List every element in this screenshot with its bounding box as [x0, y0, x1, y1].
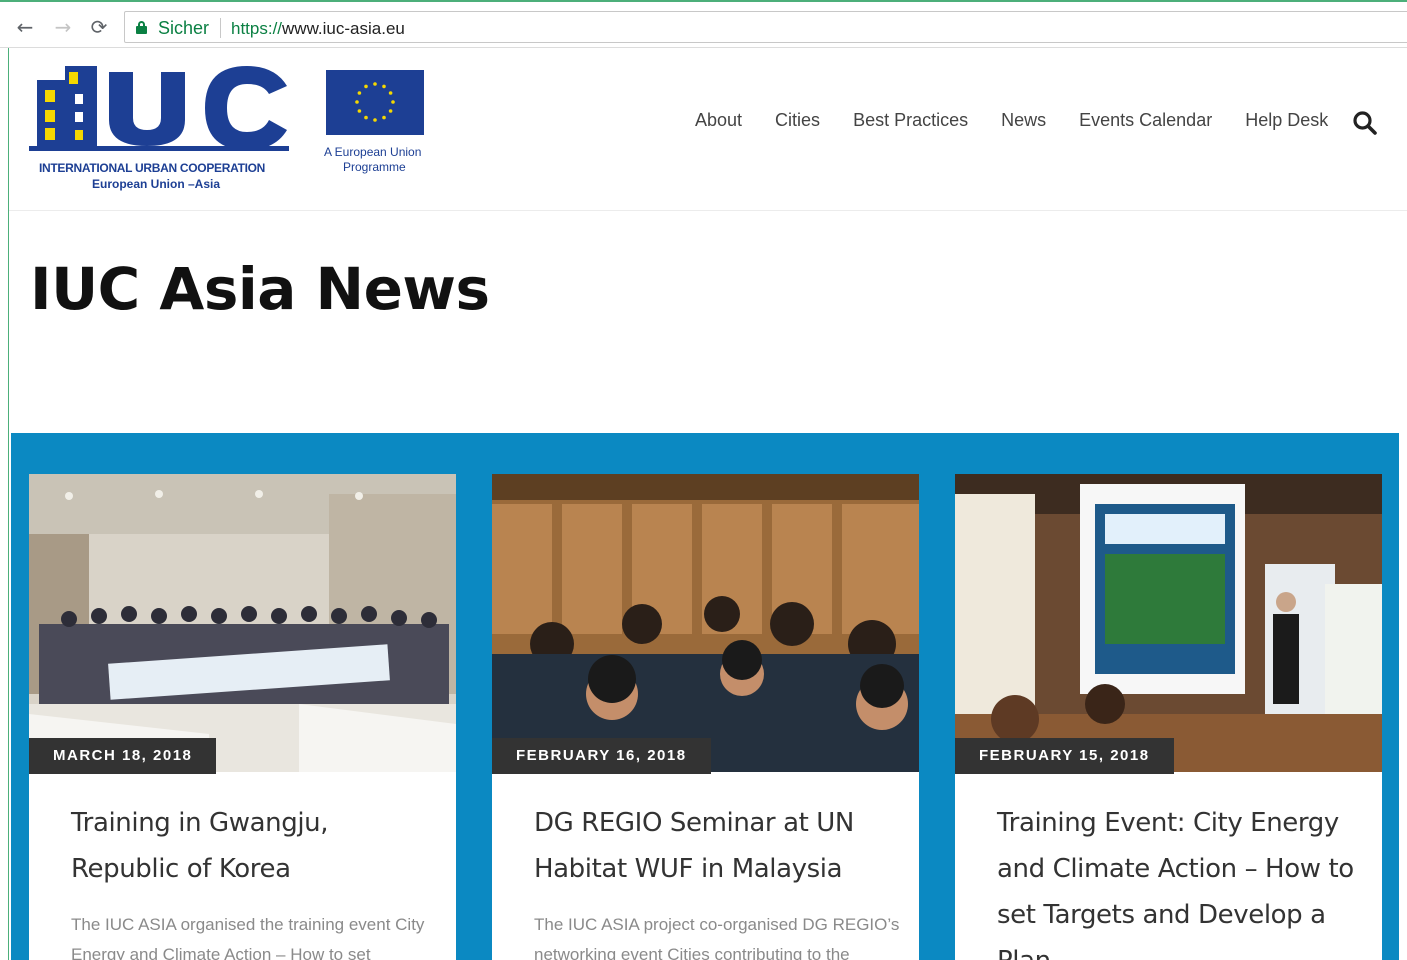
- page-title: IUC Asia News: [30, 255, 490, 323]
- eu-flag-icon: [326, 70, 424, 135]
- eu-stars-circle: [355, 82, 395, 122]
- address-divider: [220, 18, 221, 38]
- iuc-logo-underline: [29, 146, 289, 151]
- post-title[interactable]: Training in Gwangju, Republic of Korea: [71, 800, 441, 892]
- news-card-image[interactable]: [492, 474, 919, 772]
- eu-caption-line1: A European Union: [324, 145, 422, 159]
- news-card-image[interactable]: [29, 474, 456, 772]
- nav-news[interactable]: News: [985, 106, 1063, 136]
- nav-cities[interactable]: Cities: [759, 106, 837, 136]
- news-card[interactable]: FEBRUARY 15, 2018 Training Event: City E…: [955, 474, 1382, 960]
- forward-arrow-icon[interactable]: →: [52, 16, 74, 38]
- iuc-logo-line1: INTERNATIONAL URBAN COOPERATION: [39, 161, 266, 175]
- url-host: www.iuc-asia.eu: [282, 19, 405, 38]
- main-nav: About Cities Best Practices News Events …: [695, 106, 1345, 136]
- post-title[interactable]: Training Event: City Energy and Climate …: [997, 800, 1367, 960]
- iuc-logo-line2: European Union –Asia: [92, 177, 221, 191]
- nav-help-desk[interactable]: Help Desk: [1229, 106, 1345, 136]
- nav-events-calendar[interactable]: Events Calendar: [1063, 106, 1229, 136]
- address-bar[interactable]: Sicher https://www.iuc-asia.eu: [124, 11, 1407, 43]
- lock-icon: [136, 21, 147, 34]
- post-excerpt: The IUC ASIA organised the training even…: [71, 915, 425, 960]
- post-date-badge: FEBRUARY 16, 2018: [492, 738, 711, 774]
- post-title[interactable]: DG REGIO Seminar at UN Habitat WUF in Ma…: [534, 800, 904, 892]
- browser-toolbar: ← → ⟳ Sicher https://www.iuc-asia.eu: [0, 0, 1407, 48]
- post-date-badge: FEBRUARY 15, 2018: [955, 738, 1174, 774]
- post-date-badge: MARCH 18, 2018: [29, 738, 217, 774]
- post-excerpt: The IUC ASIA project co-organised DG REG…: [534, 915, 900, 960]
- nav-about[interactable]: About: [695, 106, 759, 136]
- iuc-logo[interactable]: INTERNATIONAL URBAN COOPERATION European…: [29, 66, 291, 191]
- site-header: INTERNATIONAL URBAN COOPERATION European…: [9, 48, 1407, 211]
- nav-best-practices[interactable]: Best Practices: [837, 106, 985, 136]
- news-card-image[interactable]: [955, 474, 1382, 772]
- iuc-logo-mark: [37, 66, 287, 146]
- back-arrow-icon[interactable]: ←: [14, 16, 36, 38]
- eu-caption-line2: Programme: [343, 160, 406, 174]
- search-icon[interactable]: [1352, 110, 1378, 136]
- news-card[interactable]: FEBRUARY 16, 2018 DG REGIO Seminar at UN…: [492, 474, 919, 960]
- reload-icon[interactable]: ⟳: [88, 16, 110, 38]
- news-card[interactable]: MARCH 18, 2018 Training in Gwangju, Repu…: [29, 474, 456, 960]
- url-scheme: https://: [231, 19, 283, 38]
- secure-label: Sicher: [158, 18, 210, 38]
- url-text[interactable]: https://www.iuc-asia.eu: [231, 19, 405, 39]
